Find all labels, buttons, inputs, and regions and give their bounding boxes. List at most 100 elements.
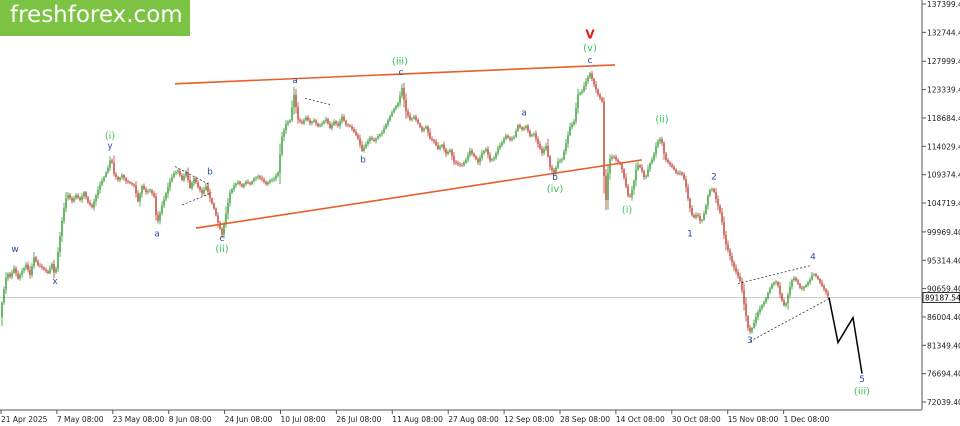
candle-body (453, 155, 455, 162)
candle-body (299, 119, 301, 122)
candle-body (735, 267, 737, 272)
wave-label: (iii) (392, 56, 408, 67)
candle-body (649, 163, 651, 170)
candle-body (77, 195, 79, 198)
x-tick-label: 21 Apr 2025 (1, 415, 48, 424)
candle-body (335, 121, 337, 124)
candle-body (787, 294, 789, 304)
candle-body (351, 126, 353, 130)
x-tick-label: 1 Dec 08:00 (784, 415, 830, 424)
candle-body (177, 170, 179, 173)
candle-body (11, 272, 13, 277)
candle-body (681, 172, 683, 175)
candle-body (87, 197, 89, 203)
y-tick-label: 137399.40 (927, 0, 960, 9)
wave-label: w (11, 245, 18, 255)
candle-body (825, 289, 827, 293)
candle-body (513, 136, 515, 139)
candle-body (717, 199, 719, 206)
candle-body (193, 178, 195, 184)
candle-body (773, 282, 775, 285)
candle-body (795, 278, 797, 281)
candle-body (57, 252, 59, 269)
candle-body (315, 120, 317, 124)
candle-body (157, 215, 159, 221)
candle-body (507, 135, 509, 138)
candle-body (605, 176, 607, 201)
candle-body (669, 162, 671, 165)
candle-body (661, 139, 663, 144)
candle-body (233, 185, 235, 190)
candle-body (811, 275, 813, 280)
candle-body (109, 160, 111, 168)
current-price-line: 89187.54 (0, 292, 960, 303)
candle-body (733, 262, 735, 268)
candle-body (283, 130, 285, 137)
candle-body (457, 162, 459, 165)
y-tick-label: 104719.40 (927, 199, 960, 208)
candle-body (39, 265, 41, 267)
y-tick-label: 81349.40 (927, 341, 960, 350)
candle-body (225, 213, 227, 225)
candle-body (441, 144, 443, 147)
candle-body (307, 117, 309, 121)
candle-body (95, 195, 97, 202)
candle-body (695, 214, 697, 218)
candle-body (567, 135, 569, 144)
candle-body (797, 280, 799, 284)
candle-body (285, 123, 287, 131)
candle-body (591, 73, 593, 79)
candle-body (641, 167, 643, 172)
candle-body (43, 267, 45, 270)
wave-label: x (52, 277, 58, 287)
wave-label: a (521, 108, 527, 118)
candle-body (493, 158, 495, 160)
candle-body (353, 129, 355, 132)
candle-body (323, 121, 325, 124)
candle-body (13, 268, 15, 273)
y-tick-label: 86004.40 (927, 313, 960, 322)
candle-body (665, 153, 667, 160)
candle-body (671, 164, 673, 167)
candle-body (219, 222, 221, 229)
candle-body (723, 221, 725, 235)
candle-body (63, 208, 65, 222)
candle-body (771, 284, 773, 289)
y-tick-label: 123339.40 (927, 86, 960, 95)
candle-body (613, 156, 615, 158)
x-tick-label: 12 Sep 08:00 (504, 415, 554, 424)
candle-body (137, 193, 139, 202)
candle-body (273, 178, 275, 180)
candle-body (501, 142, 503, 146)
candle-body (297, 107, 299, 120)
candle-body (125, 178, 127, 182)
candle-body (325, 119, 327, 122)
candle-body (471, 150, 473, 154)
candle-body (373, 139, 375, 142)
candle-body (15, 268, 17, 274)
candle-body (231, 189, 233, 193)
candle-body (697, 214, 699, 216)
x-tick-label: 26 Jul 08:00 (336, 415, 381, 424)
candle-body (469, 150, 471, 156)
candle-body (813, 274, 815, 276)
candle-body (173, 173, 175, 178)
candle-body (731, 256, 733, 263)
candle-body (131, 183, 133, 185)
candle-body (183, 176, 185, 180)
candle-body (141, 186, 143, 194)
candle-body (75, 195, 77, 199)
candle-body (495, 153, 497, 159)
price-axis: 137399.40 132744.40 127999.40 123339.40 1186… (921, 0, 960, 410)
candle-body (533, 133, 535, 135)
candle-body (147, 191, 149, 193)
candle-body (785, 303, 787, 306)
candle-body (659, 139, 661, 142)
candle-body (449, 150, 451, 152)
candle-body (423, 128, 425, 131)
candle-body (715, 192, 717, 200)
candle-body (593, 78, 595, 85)
candle-body (415, 116, 417, 120)
candle-body (489, 154, 491, 161)
candle-body (207, 186, 209, 193)
